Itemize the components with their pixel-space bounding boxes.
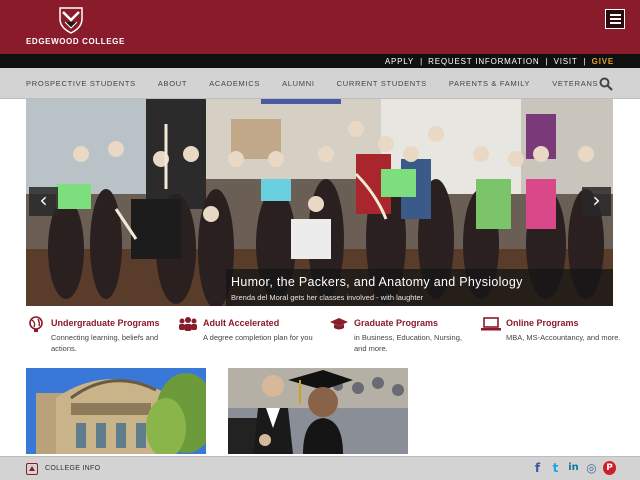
program-title[interactable]: Online Programs — [506, 318, 579, 328]
facebook-icon[interactable]: f — [531, 461, 544, 475]
program-title[interactable]: Undergraduate Programs — [51, 318, 160, 328]
main-navigation: PROSPECTIVE STUDENTS ABOUT ACADEMICS ALU… — [0, 68, 640, 99]
program-title[interactable]: Graduate Programs — [354, 318, 438, 328]
college-info-link[interactable]: COLLEGE INFO — [45, 465, 100, 472]
slider-next-button[interactable]: › — [582, 187, 611, 216]
graduation-cap-icon — [330, 318, 348, 330]
globe-icon — [29, 316, 43, 332]
nav-about[interactable]: ABOUT — [158, 79, 187, 88]
nav-veterans[interactable]: VETERANS — [552, 79, 598, 88]
graduation-photo — [228, 368, 408, 454]
hero-title[interactable]: Humor, the Packers, and Anatomy and Phys… — [231, 275, 613, 289]
building-photo — [26, 368, 206, 454]
instagram-icon[interactable]: ◎ — [585, 461, 598, 475]
site-header: EDGEWOOD COLLEGE — [0, 0, 640, 54]
logo-text: EDGEWOOD COLLEGE — [26, 37, 125, 46]
hero-caption[interactable]: Humor, the Packers, and Anatomy and Phys… — [226, 269, 613, 306]
give-link[interactable]: GIVE — [592, 57, 614, 66]
feature-photo-building[interactable] — [26, 368, 206, 454]
program-links: Undergraduate Programs Connecting learni… — [26, 315, 621, 365]
linkedin-icon[interactable]: in — [567, 461, 580, 475]
feature-photo-graduation[interactable] — [228, 368, 408, 454]
nav-parents-family[interactable]: PARENTS & FAMILY — [449, 79, 530, 88]
utility-bar: APPLY | REQUEST INFORMATION | VISIT | GI… — [0, 54, 640, 68]
social-links: f t in ◎ P — [531, 461, 621, 475]
request-information-link[interactable]: REQUEST INFORMATION — [428, 57, 539, 66]
college-logo[interactable]: EDGEWOOD COLLEGE — [26, 6, 125, 48]
apply-link[interactable]: APPLY — [385, 57, 414, 66]
program-description: Connecting learning, beliefs and actions… — [51, 333, 159, 353]
nav-academics[interactable]: ACADEMICS — [209, 79, 260, 88]
hero-slider[interactable]: ‹ › Humor, the Packers, and Anatomy and … — [26, 99, 613, 306]
twitter-icon[interactable]: t — [549, 461, 562, 475]
program-description: in Business, Education, Nursing, and mor… — [354, 333, 462, 353]
program-description: MBA, MS-Accountancy, and more. — [506, 333, 621, 342]
hero-subtitle: Brenda del Moral gets her classes involv… — [231, 293, 424, 302]
chevron-left-icon: ‹ — [39, 188, 48, 212]
chevron-right-icon: › — [592, 188, 601, 212]
shield-crest-icon — [59, 7, 83, 34]
visit-link[interactable]: VISIT — [554, 57, 578, 66]
laptop-icon — [481, 317, 501, 331]
program-title[interactable]: Adult Accelerated — [203, 318, 279, 328]
slider-prev-button[interactable]: ‹ — [29, 187, 58, 216]
program-description: A degree completion plan for you — [203, 333, 313, 342]
footer-bar: COLLEGE INFO f t in ◎ P — [0, 456, 640, 480]
nav-current-students[interactable]: CURRENT STUDENTS — [337, 79, 427, 88]
pinterest-icon[interactable]: P — [603, 461, 616, 475]
people-icon — [179, 317, 197, 331]
nav-alumni[interactable]: ALUMNI — [282, 79, 315, 88]
hamburger-menu-icon[interactable] — [605, 9, 625, 29]
search-icon[interactable] — [599, 77, 613, 91]
info-toggle-icon[interactable] — [26, 463, 38, 475]
nav-prospective-students[interactable]: PROSPECTIVE STUDENTS — [26, 79, 136, 88]
